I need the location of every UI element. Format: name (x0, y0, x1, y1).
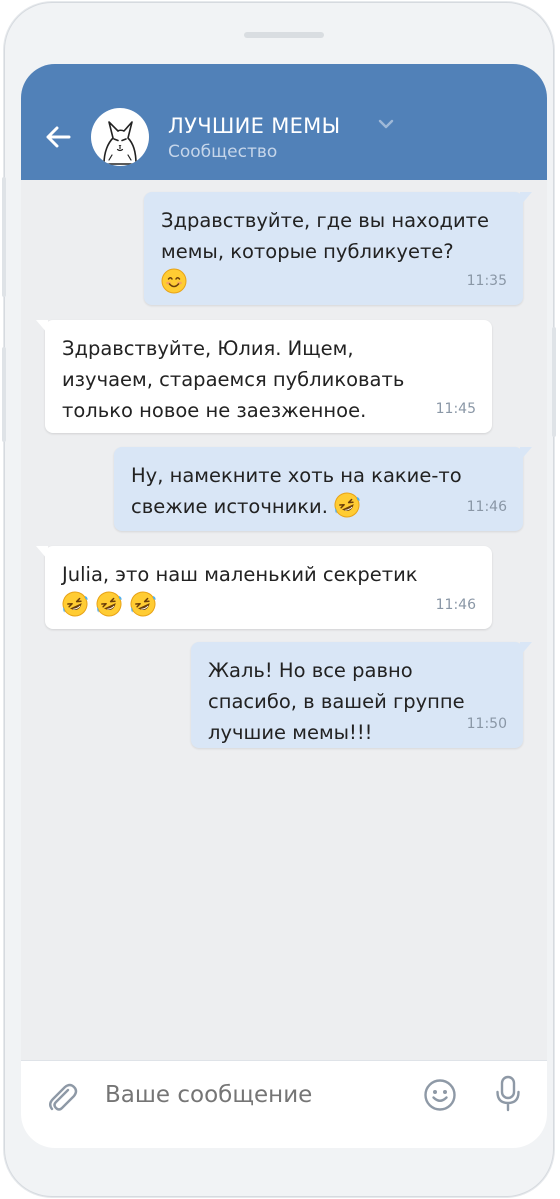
chat-screen: ЛУЧШИЕ МЕМЫ Сообщество Здравствуйте, где… (21, 64, 547, 1148)
message-text: лучшие мемы!!! (208, 721, 373, 744)
message-emoji-row (161, 267, 509, 298)
community-avatar[interactable] (91, 108, 149, 166)
power-button (552, 327, 556, 437)
message-bubble-outgoing[interactable]: Жаль! Но все равно спасибо, в вашей груп… (191, 642, 532, 748)
message-bubble-incoming[interactable]: Здравствуйте, Юлия. Ищем, изучаем, стара… (36, 320, 492, 433)
volume-button (2, 177, 6, 297)
bubble-tail (36, 320, 48, 334)
message-line-with-emoji: свежие источники. (131, 491, 509, 522)
microphone-icon[interactable] (495, 1075, 521, 1113)
bubble-tail (520, 447, 532, 461)
message-emoji-row (62, 590, 478, 621)
rofl-face-emoji-icon (334, 492, 360, 518)
message-bubble-outgoing[interactable]: Здравствуйте, где вы находите мемы, кото… (144, 192, 532, 305)
speaker-grille (244, 32, 324, 38)
message-text: только новое не заезженное. (62, 399, 367, 422)
smile-icon[interactable] (423, 1078, 457, 1112)
message-text: Здравствуйте, где вы находите (161, 209, 490, 232)
phone-frame: ЛУЧШИЕ МЕМЫ Сообщество Здравствуйте, где… (2, 2, 556, 1197)
message-bubble-outgoing[interactable]: Ну, намекните хоть на какие-то свежие ис… (114, 447, 532, 531)
message-time: 11:50 (466, 716, 507, 732)
message-text: мемы, которые публикуете? (161, 240, 454, 263)
message-text: свежие источники. (131, 495, 328, 518)
bubble-tail (36, 546, 48, 560)
rofl-face-emoji-icon (96, 591, 122, 617)
chat-title[interactable]: ЛУЧШИЕ МЕМЫ (168, 114, 340, 138)
message-time: 11:35 (466, 273, 507, 289)
bubble-tail (520, 192, 532, 206)
chat-subtitle: Сообщество (168, 142, 278, 162)
side-button (2, 347, 6, 442)
message-text: Ну, намекните хоть на какие-то (131, 464, 462, 487)
message-text: изучаем, стараемся публиковать (62, 368, 405, 391)
message-text: Жаль! Но все равно (208, 659, 413, 682)
chevron-down-icon[interactable] (378, 118, 394, 130)
message-text: спасибо, в вашей группе (208, 690, 465, 713)
bubble-tail (520, 642, 532, 656)
chat-header: ЛУЧШИЕ МЕМЫ Сообщество (21, 64, 547, 180)
back-arrow-icon[interactable] (43, 122, 73, 152)
message-bubble-incoming[interactable]: Julia, это наш маленький секретик 11:46 (36, 546, 492, 629)
rofl-face-emoji-icon (62, 591, 88, 617)
cat-avatar-icon (103, 121, 137, 165)
smiling-face-emoji-icon (161, 268, 187, 294)
message-text: Здравствуйте, Юлия. Ищем, (62, 337, 354, 360)
message-time: 11:45 (435, 401, 476, 417)
message-text: Julia, это наш маленький секретик (62, 563, 418, 586)
message-composer (21, 1060, 547, 1148)
message-input[interactable] (105, 1082, 405, 1108)
message-time: 11:46 (435, 597, 476, 613)
paperclip-icon[interactable] (45, 1081, 79, 1115)
rofl-face-emoji-icon (130, 591, 156, 617)
message-time: 11:46 (466, 499, 507, 515)
